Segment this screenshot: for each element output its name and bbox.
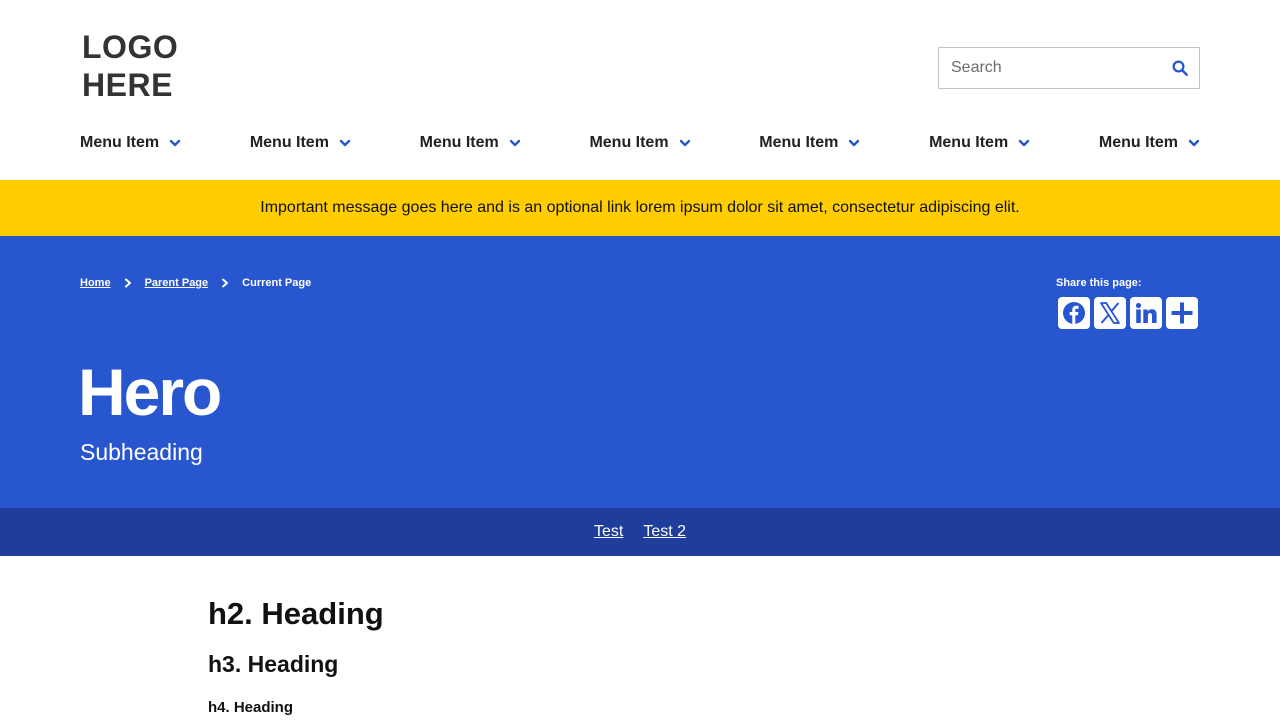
nav-menu-item-label: Menu Item (759, 134, 839, 151)
share-linkedin-button[interactable] (1130, 297, 1162, 329)
nav-menu-item-label: Menu Item (1098, 134, 1178, 151)
nav-menu-item-7[interactable]: Menu Item (1099, 134, 1200, 152)
hero-subheading: Subheading (80, 439, 203, 465)
heading-h3: h3. Heading (208, 651, 339, 677)
breadcrumb-parent[interactable]: Parent Page (145, 277, 209, 289)
nav-menu-item-label: Menu Item (589, 134, 669, 151)
nav-menu-item-2[interactable]: Menu Item (250, 134, 351, 152)
share-widget: Share this page: (1056, 277, 1198, 329)
breadcrumb-home[interactable]: Home (80, 277, 111, 289)
nav-menu-item-1[interactable]: Menu Item (80, 134, 181, 152)
logo[interactable]: LOGO HERE (82, 28, 202, 104)
heading-h2: h2. Heading (208, 596, 384, 631)
search-icon[interactable] (1171, 59, 1189, 77)
alert-banner: Important message goes here and is an op… (0, 180, 1280, 236)
nav-menu-item-label: Menu Item (929, 134, 1009, 151)
subnav-link-test-2[interactable]: Test 2 (643, 523, 686, 541)
chevron-down-icon (1188, 139, 1200, 147)
heading-h4: h4. Heading (208, 699, 294, 716)
share-buttons (1058, 297, 1198, 329)
search-box (938, 47, 1200, 89)
chevron-down-icon (849, 139, 860, 147)
share-label: Share this page: (1056, 277, 1142, 289)
chevron-down-icon (339, 139, 351, 147)
breadcrumb-current: Current Page (242, 277, 312, 289)
chevron-down-icon (169, 139, 181, 147)
chevron-right-icon (222, 278, 229, 288)
nav-menu-item-label: Menu Item (249, 134, 329, 151)
chevron-down-icon (509, 139, 520, 147)
nav-menu-item-5[interactable]: Menu Item (759, 134, 860, 152)
nav-menu-item-3[interactable]: Menu Item (420, 134, 521, 152)
plus-icon (1171, 302, 1193, 324)
nav-menu-item-6[interactable]: Menu Item (929, 134, 1030, 152)
linkedin-icon (1135, 302, 1157, 323)
facebook-icon (1063, 302, 1085, 324)
hero-title: Hero (78, 355, 222, 429)
share-more-button[interactable] (1166, 297, 1198, 329)
chevron-right-icon (124, 278, 131, 288)
nav-menu-item-label: Menu Item (80, 134, 160, 151)
chevron-down-icon (1018, 139, 1030, 147)
search-input[interactable] (939, 48, 1159, 88)
nav-menu-item-label: Menu Item (419, 134, 499, 151)
sub-nav: Test Test 2 (0, 508, 1280, 556)
x-icon (1100, 302, 1120, 324)
chevron-down-icon (679, 139, 690, 147)
subnav-link-test[interactable]: Test (594, 523, 623, 541)
breadcrumb: Home Parent Page Current Page (80, 277, 311, 289)
alert-message[interactable]: Important message goes here and is an op… (260, 199, 1020, 217)
share-facebook-button[interactable] (1058, 297, 1090, 329)
main-nav: Menu Item Menu Item Menu Item Menu Item … (80, 128, 1200, 158)
share-x-button[interactable] (1094, 297, 1126, 329)
hero-section: Home Parent Page Current Page Share this… (0, 236, 1280, 508)
site-header: LOGO HERE Menu Item Menu Item Menu Item … (0, 0, 1280, 180)
nav-menu-item-4[interactable]: Menu Item (589, 134, 690, 152)
